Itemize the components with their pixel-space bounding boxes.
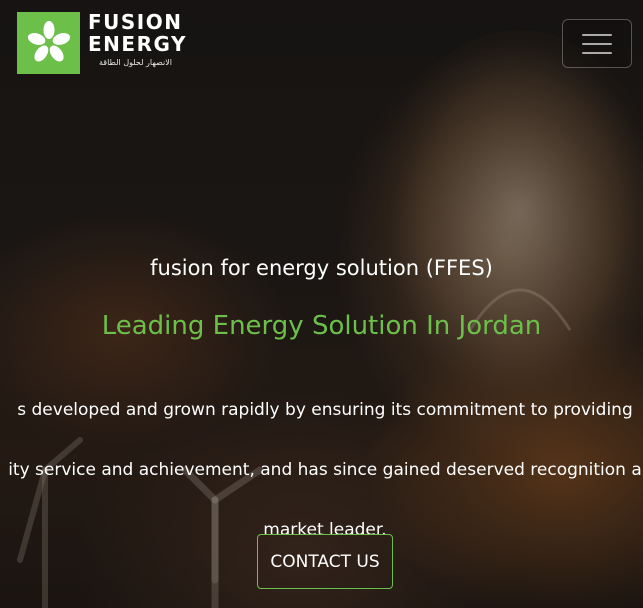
leaf-flower-icon — [27, 21, 70, 62]
hero-headline: Leading Energy Solution In Jordan — [101, 311, 542, 341]
hero-section: FUSION ENERGY الانصهار لحلول الطاقة fusi… — [0, 0, 643, 608]
hero-content: fusion for energy solution (FFES) Leadin… — [0, 250, 643, 540]
contact-us-button[interactable]: CONTACT US — [257, 534, 393, 589]
brand-line-2: ENERGY — [88, 32, 187, 56]
brand-name[interactable]: FUSION ENERGY الانصهار لحلول الطاقة — [88, 11, 187, 69]
hamburger-menu-icon-bar-3 — [582, 51, 612, 54]
description-line-1: s developed and grown rapidly by ensurin… — [17, 400, 633, 420]
logo-link[interactable] — [17, 12, 80, 74]
description-line-2: ity service and achievement, and has sin… — [8, 460, 642, 480]
menu-toggle-button[interactable] — [562, 19, 632, 68]
brand-line-1: FUSION — [88, 10, 183, 34]
brand-tagline: الانصهار لحلول الطاقة — [99, 58, 172, 67]
hamburger-menu-icon-bar-2 — [582, 42, 612, 45]
site-header: FUSION ENERGY الانصهار لحلول الطاقة — [0, 0, 643, 90]
hamburger-menu-icon — [582, 33, 612, 36]
hero-subtitle: fusion for energy solution (FFES) — [150, 256, 493, 280]
